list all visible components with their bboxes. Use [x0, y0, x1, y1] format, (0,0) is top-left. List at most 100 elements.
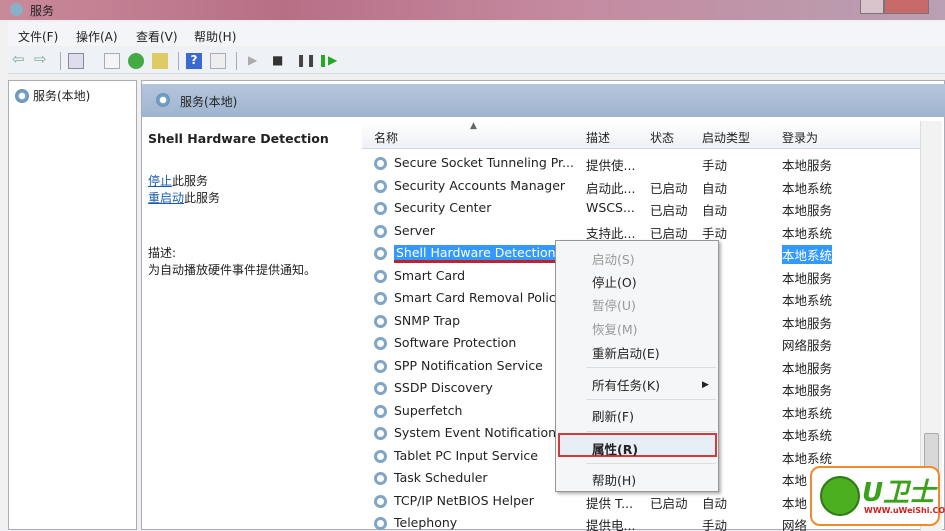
service-gear-icon — [374, 472, 387, 485]
context-menu-item[interactable]: 停止(O) — [592, 272, 637, 291]
cell-logon: 本地服务 — [782, 360, 833, 376]
service-gear-icon — [374, 517, 387, 530]
restart-service-link[interactable]: 重启动 — [148, 191, 184, 205]
back-icon[interactable]: ⇦ — [12, 50, 28, 68]
maximize-button[interactable] — [860, 0, 884, 14]
context-menu-item[interactable]: 重新启动(E) — [592, 343, 660, 362]
pause-icon[interactable]: ❚❚ — [296, 53, 316, 69]
cell-status: 已启动 — [650, 180, 688, 196]
service-row[interactable]: Secure Socket Tunneling Pr... 提供使... 手动 本地服… — [362, 152, 842, 174]
cell-name: Security Accounts Manager — [394, 177, 566, 193]
help-icon[interactable]: ? — [186, 53, 202, 69]
context-menu-item[interactable]: 恢复(M) — [592, 319, 638, 338]
pane-title: 服务(本地) — [180, 95, 238, 109]
service-gear-icon — [374, 157, 387, 170]
forward-icon[interactable]: ⇨ — [34, 50, 50, 68]
col-desc[interactable]: 描述 — [586, 129, 610, 146]
cell-startup: 手动 — [702, 158, 728, 173]
service-gear-icon — [374, 359, 387, 373]
cell-name: Telephony — [394, 515, 458, 530]
cell-name: Security Center — [394, 200, 492, 215]
cell-name: SNMP Trap — [394, 312, 461, 328]
menu-help[interactable]: 帮助(H) — [194, 28, 236, 45]
cell-logon: 本地系统 — [782, 293, 833, 308]
desc-label: 描述: — [148, 246, 177, 260]
menu-separator — [586, 431, 716, 432]
cell-startup: 手动 — [702, 225, 728, 241]
start-icon[interactable]: ▶ — [248, 53, 264, 69]
menu-bar: 文件(F) 操作(A) 查看(V) 帮助(H) — [8, 22, 945, 46]
close-button[interactable] — [884, 0, 929, 14]
service-gear-icon — [374, 427, 387, 440]
main-pane: 服务(本地) Shell Hardware Detection 停止此服务 重启… — [141, 80, 945, 531]
service-gear-icon — [374, 449, 387, 463]
cell-logon: 网络 — [782, 518, 808, 531]
service-detail: Shell Hardware Detection 停止此服务 重启动此服务 描述… — [148, 131, 358, 278]
cell-desc: 提供使... — [586, 158, 636, 173]
context-menu-item[interactable]: 属性(R) — [592, 439, 638, 458]
refresh-icon[interactable] — [128, 53, 144, 69]
menu-action[interactable]: 操作(A) — [76, 28, 118, 45]
cell-name: Server — [394, 222, 435, 238]
service-row[interactable]: Telephony 提供电... 手动 网络 — [362, 512, 842, 531]
service-gear-icon — [374, 337, 387, 350]
cell-name: Smart Card — [394, 267, 466, 283]
service-row[interactable]: Security Accounts Manager 启动此... 已启动 自动 本地系统 — [362, 175, 842, 197]
cell-name: System Event Notification — [394, 425, 557, 440]
console-tree-icon[interactable] — [68, 53, 84, 69]
smiley-icon — [820, 476, 860, 516]
console-tree: 服务(本地) — [8, 80, 137, 530]
menu-separator — [586, 463, 716, 464]
col-startup[interactable]: 启动类型 — [702, 129, 750, 146]
cell-name: SSDP Discovery — [394, 380, 493, 395]
service-gear-icon — [374, 404, 387, 418]
cell-desc: 提供电... — [586, 518, 636, 531]
cell-status: 已启动 — [650, 225, 688, 241]
link-suffix: 此服务 — [184, 191, 221, 205]
cell-name: Tablet PC Input Service — [394, 447, 538, 463]
context-menu-item[interactable]: 刷新(F) — [592, 406, 634, 425]
service-row[interactable]: Server 支持此... 已启动 手动 本地系统 — [362, 220, 842, 242]
restart-icon[interactable]: ❚▶ — [318, 53, 337, 69]
cell-name: Task Scheduler — [394, 470, 488, 485]
service-gear-icon — [374, 292, 387, 305]
service-row[interactable]: Security Center WSCS... 已启动 自动 本地服务 — [362, 197, 842, 219]
context-menu-item[interactable]: 帮助(H) — [592, 470, 636, 489]
cell-name: Secure Socket Tunneling Pr... — [394, 155, 574, 170]
list-header: 名称 ▲ 描述 状态 启动类型 登录为 — [362, 121, 922, 149]
service-gear-icon — [374, 179, 387, 193]
context-menu-item[interactable]: 暂停(U) — [592, 295, 636, 314]
col-status[interactable]: 状态 — [650, 129, 674, 146]
tree-node-services-local[interactable]: 服务(本地) — [15, 87, 90, 104]
service-gear-icon — [374, 494, 387, 508]
pane-header: 服务(本地) — [142, 84, 945, 117]
col-logon[interactable]: 登录为 — [782, 129, 818, 146]
cell-logon: 本地服务 — [782, 203, 833, 218]
export-icon[interactable] — [152, 53, 168, 69]
window-title: 服务 — [30, 4, 55, 18]
service-title: Shell Hardware Detection — [148, 131, 329, 146]
stop-icon[interactable]: ■ — [272, 53, 288, 69]
view-icon[interactable] — [210, 53, 226, 69]
service-row[interactable]: TCP/IP NetBIOS Helper 提供 T... 已启动 自动 本地 — [362, 490, 842, 512]
menu-file[interactable]: 文件(F) — [18, 28, 58, 45]
service-gear-icon — [374, 382, 387, 395]
cell-startup: 自动 — [702, 495, 728, 511]
cell-logon: 本地系统 — [782, 428, 833, 443]
cell-desc: 提供 T... — [586, 495, 634, 511]
title-bar: 服务 — [0, 0, 945, 20]
cell-logon: 本地服务 — [782, 315, 833, 331]
menu-view[interactable]: 查看(V) — [136, 28, 178, 45]
context-menu-item[interactable]: 启动(S) — [592, 249, 635, 268]
cell-name: Software Protection — [394, 335, 517, 350]
cell-logon: 本地系统 — [782, 245, 833, 264]
submenu-arrow-icon: ▶ — [702, 380, 709, 390]
context-menu-item[interactable]: 所有任务(K) — [592, 375, 660, 394]
cell-logon: 本地 — [782, 495, 808, 511]
context-menu: 启动(S) 停止(O) 暂停(U) 恢复(M) 重新启动(E) 所有任务(K) ▶ 刷新(F)… — [555, 240, 719, 492]
gear-icon — [15, 88, 29, 103]
properties-icon[interactable] — [104, 53, 120, 69]
cell-logon: 本地服务 — [782, 270, 833, 286]
col-name[interactable]: 名称 — [374, 129, 398, 146]
stop-service-link[interactable]: 停止 — [148, 174, 172, 188]
